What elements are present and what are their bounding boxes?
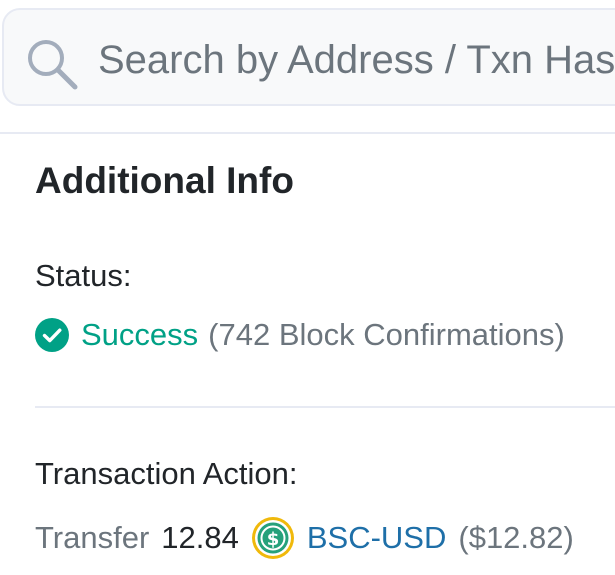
search-bar[interactable] xyxy=(2,8,615,106)
usd-value: ($12.82) xyxy=(458,520,574,555)
section-divider xyxy=(35,406,615,408)
transaction-action-row: Transfer 12.84 $ BSC-USD ($12.82) xyxy=(35,514,574,562)
header-band xyxy=(0,0,615,132)
transaction-page: Additional Info Status: Success (742 Blo… xyxy=(0,0,615,575)
svg-text:$: $ xyxy=(267,529,280,550)
transaction-action-label: Transaction Action: xyxy=(35,456,298,491)
bsc-usd-token-icon: $ xyxy=(251,517,294,559)
section-title: Additional Info xyxy=(35,160,294,201)
check-circle-icon xyxy=(35,318,69,352)
token-link[interactable]: BSC-USD xyxy=(307,520,447,556)
status-label: Status: xyxy=(35,258,132,293)
search-icon[interactable] xyxy=(24,36,80,92)
action-verb: Transfer xyxy=(35,520,150,555)
status-value: Success xyxy=(81,317,199,352)
block-confirmations: (742 Block Confirmations) xyxy=(208,317,565,352)
action-amount: 12.84 xyxy=(161,520,239,555)
search-input[interactable] xyxy=(98,34,615,86)
status-row: Success (742 Block Confirmations) xyxy=(35,313,565,357)
